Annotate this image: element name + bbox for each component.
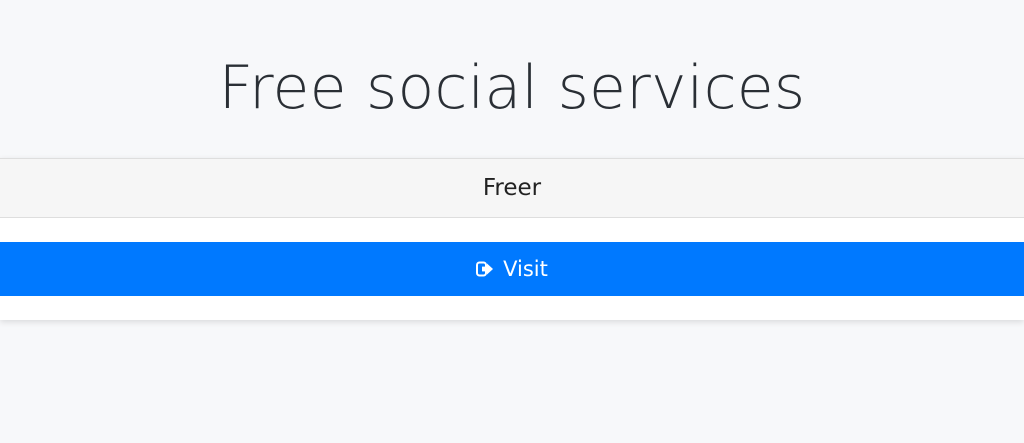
card-body: Visit (0, 218, 1024, 296)
service-name: Freer (482, 175, 542, 201)
visit-button[interactable]: Visit (0, 242, 1024, 296)
card-header: Freer (0, 158, 1024, 218)
page: Free social services Freer Visit (0, 0, 1024, 443)
visit-button-label: Visit (503, 257, 548, 281)
service-card: Freer Visit (0, 158, 1024, 320)
sign-out-icon (476, 261, 494, 277)
page-title: Free social services (218, 53, 806, 123)
